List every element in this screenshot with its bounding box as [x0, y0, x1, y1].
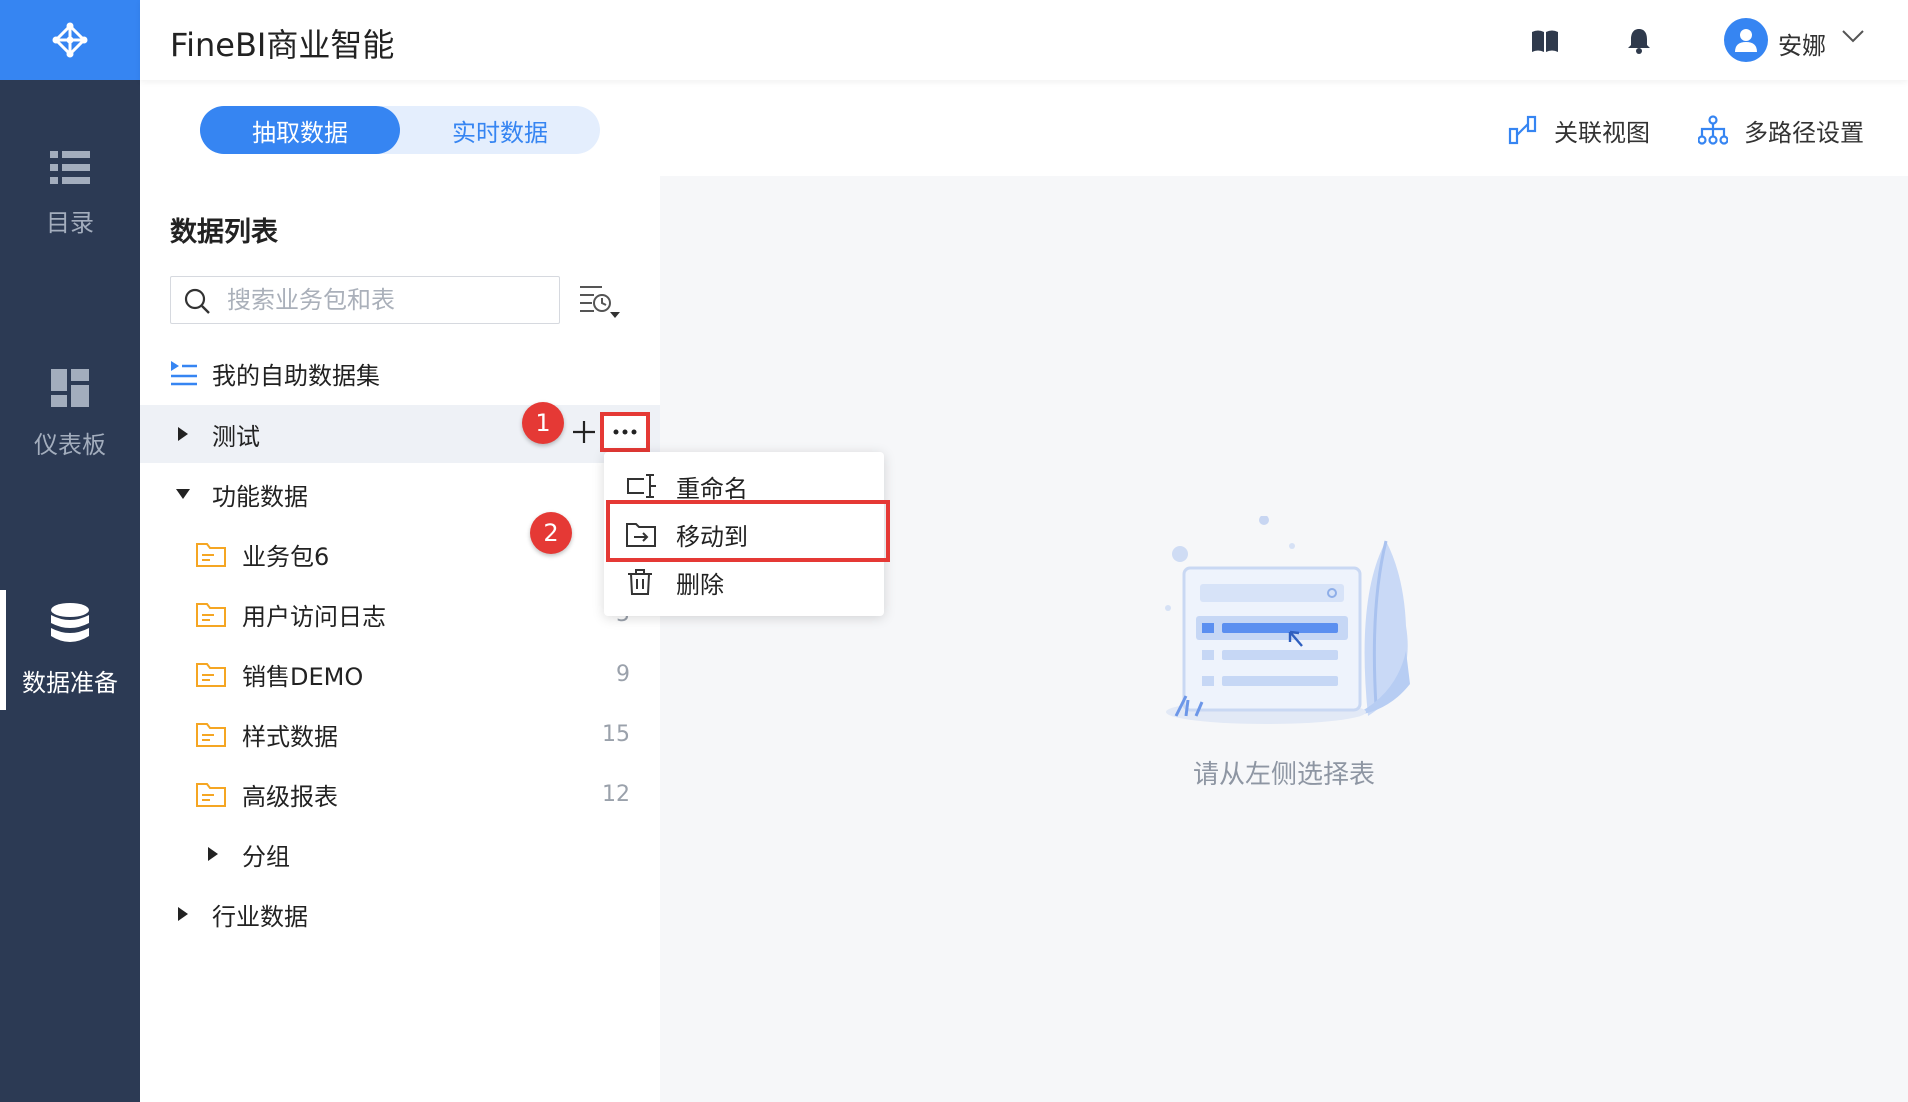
menu-item-delete[interactable]: 删除 — [604, 558, 884, 606]
tree-item-label: 行业数据 — [212, 902, 308, 931]
bell-icon — [1628, 29, 1650, 54]
trash-icon — [628, 569, 652, 595]
tree-item-sales-demo[interactable]: 销售DEMO 9 — [140, 645, 660, 703]
avatar[interactable] — [1724, 18, 1768, 62]
self-dataset-item[interactable]: 我的自助数据集 — [140, 344, 660, 402]
hierarchy-icon — [1698, 115, 1728, 145]
chevron-down-icon[interactable] — [1842, 30, 1864, 44]
multi-path-settings-button[interactable]: 多路径设置 — [1698, 110, 1864, 150]
context-menu: 重命名 移动到 删除 — [604, 452, 884, 616]
folder-icon — [196, 663, 226, 687]
rename-icon — [627, 474, 656, 498]
folder-icon — [196, 543, 226, 567]
add-icon[interactable] — [572, 420, 596, 444]
nav-item-dashboard[interactable]: 仪表板 — [0, 354, 140, 474]
panel-title: 数据列表 — [170, 217, 278, 248]
top-header: FineBI商业智能 安娜 — [140, 0, 1908, 80]
menu-item-rename[interactable]: 重命名 — [604, 462, 884, 510]
nav-item-label: 数据准备 — [22, 668, 118, 697]
dashboard-icon — [51, 368, 89, 407]
caret-right-icon[interactable] — [174, 425, 192, 443]
menu-item-label: 删除 — [676, 570, 724, 599]
table-count: 12 — [602, 781, 630, 807]
menu-item-label: 重命名 — [676, 474, 748, 503]
tree-item-industry-data[interactable]: 行业数据 — [140, 885, 660, 943]
folder-icon — [196, 723, 226, 747]
left-navigation: 目录 仪表板 数据准备 — [0, 0, 140, 1102]
tree-item-label: 功能数据 — [212, 482, 308, 511]
multi-path-settings-label: 多路径设置 — [1744, 118, 1864, 147]
table-count: 15 — [602, 721, 630, 747]
tree-item-label: 分组 — [242, 842, 290, 871]
relation-view-icon — [1508, 115, 1537, 145]
nav-item-data-prep[interactable]: 数据准备 — [0, 590, 140, 710]
more-options-button[interactable] — [600, 412, 650, 452]
database-icon — [51, 602, 89, 642]
caret-down-icon[interactable] — [174, 485, 192, 503]
tree-item-package6[interactable]: 业务包6 — [140, 525, 660, 583]
content-area: 请从左侧选择表 — [660, 176, 1908, 1102]
tree-item-label: 业务包6 — [242, 542, 330, 571]
tree-item-label: 销售DEMO — [242, 662, 364, 691]
move-to-icon — [626, 523, 656, 547]
logo-icon — [52, 22, 88, 58]
list-icon — [50, 150, 90, 184]
tree-item-label: 测试 — [212, 422, 260, 451]
self-dataset-label: 我的自助数据集 — [212, 361, 380, 390]
tab-extract-data[interactable]: 抽取数据 — [200, 106, 400, 154]
tree-item-label: 用户访问日志 — [242, 602, 386, 631]
self-dataset-icon — [171, 361, 197, 386]
search-box — [170, 276, 560, 324]
nav-item-label: 目录 — [46, 208, 94, 237]
tree-item-function-data[interactable]: 功能数据 — [140, 465, 660, 523]
more-horizontal-icon — [613, 429, 637, 435]
tree-item-style-data[interactable]: 样式数据 15 — [140, 705, 660, 763]
folder-icon — [196, 603, 226, 627]
user-name[interactable]: 安娜 — [1778, 26, 1826, 61]
tree-item-label: 高级报表 — [242, 782, 338, 811]
step-badge-2: 2 — [530, 512, 572, 554]
caret-right-icon[interactable] — [174, 905, 192, 923]
filter-history-icon[interactable] — [578, 284, 622, 322]
relation-view-label: 关联视图 — [1554, 118, 1650, 147]
tab-realtime-data[interactable]: 实时数据 — [400, 106, 600, 154]
table-count: 9 — [616, 661, 630, 687]
folder-icon — [196, 783, 226, 807]
app-title: FineBI商业智能 — [170, 26, 395, 64]
help-book-button[interactable] — [1530, 26, 1560, 56]
nav-item-catalog[interactable]: 目录 — [0, 134, 140, 254]
book-icon — [1532, 30, 1558, 52]
menu-item-label: 移动到 — [676, 522, 748, 551]
caret-right-icon[interactable] — [204, 845, 222, 863]
notification-button[interactable] — [1624, 26, 1654, 56]
user-icon — [1735, 29, 1757, 52]
nav-item-label: 仪表板 — [34, 430, 106, 459]
tree-item-group[interactable]: 分组 — [140, 825, 660, 883]
empty-state-text: 请从左侧选择表 — [1192, 760, 1375, 790]
app-logo[interactable] — [0, 0, 140, 80]
step-badge-1: 1 — [522, 402, 564, 444]
tree-item-label: 样式数据 — [242, 722, 338, 751]
relation-view-button[interactable]: 关联视图 — [1508, 110, 1650, 150]
menu-item-move-to[interactable]: 移动到 — [604, 510, 884, 558]
empty-state-illustration — [1165, 516, 1410, 724]
search-icon — [184, 288, 210, 314]
tree-item-advanced-report[interactable]: 高级报表 12 — [140, 765, 660, 823]
search-input[interactable] — [227, 277, 547, 323]
data-type-switch: 抽取数据 实时数据 — [200, 106, 600, 154]
tree-item-user-access-log[interactable]: 用户访问日志 5 — [140, 585, 660, 643]
